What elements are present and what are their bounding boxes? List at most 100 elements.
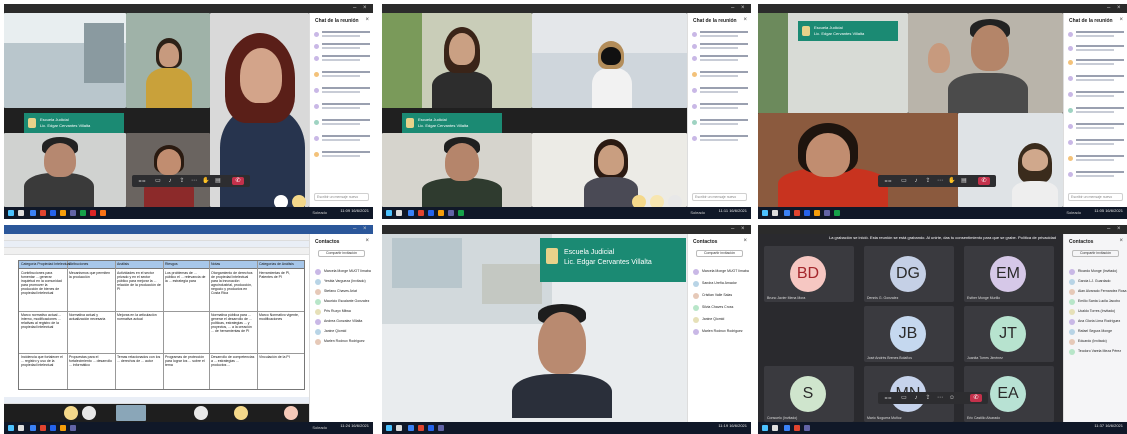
participant-video[interactable] [502,294,622,418]
close-icon[interactable]: × [741,5,747,11]
close-icon[interactable]: × [1119,17,1123,23]
word-icon[interactable] [428,210,434,216]
excel-icon[interactable] [80,210,86,216]
contact-item[interactable]: Emilio Santa Lucila Jacobo [1069,298,1123,306]
edge-icon[interactable] [784,425,790,431]
windows-start-icon[interactable] [8,425,14,431]
contact-item[interactable]: Pris Ruzyx Mitwa [315,308,369,316]
windows-start-icon[interactable] [762,210,768,216]
edge-icon[interactable] [30,210,36,216]
contact-item[interactable]: Rafael Segura Monge [1069,328,1123,336]
camera-icon[interactable]: ▭ [900,177,908,185]
participant-tile[interactable]: JB José Andrés Brenes Bolaños [864,306,954,362]
participant-video[interactable] [4,13,126,108]
close-icon[interactable]: × [1119,238,1123,244]
folder-icon[interactable] [60,210,66,216]
word-icon[interactable] [804,210,810,216]
chat-input[interactable]: Escribir un mensaje nuevo [314,193,369,201]
raise-hand-icon[interactable]: ✋ [202,177,210,185]
app-icon[interactable] [90,210,96,216]
windows-start-icon[interactable] [386,425,392,431]
participant-tile[interactable]: DG Dennis G. Gonzalez [864,246,954,302]
contact-item[interactable]: Andrea Gonzalez Villalta [315,318,369,326]
contact-item[interactable]: Marcela Monge MUOT Iimaba [315,268,371,276]
office-icon[interactable] [40,210,46,216]
contact-item[interactable]: Yesbia Vargueza (Invitado) [315,278,369,286]
close-icon[interactable]: × [743,238,747,244]
share-screen-icon[interactable]: ⇪ [924,177,932,185]
participant-video[interactable] [116,405,146,421]
chat-input[interactable]: Escribir un mensaje nuevo [1068,193,1123,201]
office-icon[interactable] [418,425,424,431]
participant-tile[interactable]: BD Bruno Javier Mena Mora [764,246,854,302]
excel-icon[interactable] [458,210,464,216]
chat-input[interactable]: Escribir un mensaje nuevo [692,193,747,201]
participant-video[interactable] [908,13,1063,113]
microphone-icon[interactable]: ♪ [912,177,920,185]
contact-item[interactable]: Stefano Chaves Ariat [315,288,369,296]
more-options-icon[interactable]: ⋯ [190,177,198,185]
minimize-icon[interactable]: – [353,5,359,11]
contact-item[interactable]: Ana Gloria Lima Rodríguez [1069,318,1123,326]
office-icon[interactable] [794,425,800,431]
contact-item[interactable]: Garcia LJ. Guardado [1069,278,1123,286]
minimize-icon[interactable]: – [1107,226,1113,232]
participant-video[interactable] [958,113,1063,207]
search-icon[interactable] [396,425,402,431]
share-invite-button[interactable]: Compartir invitación [696,250,743,257]
more-options-icon[interactable]: ⋯ [936,394,944,402]
office-icon[interactable] [40,425,46,431]
word-icon[interactable] [50,210,56,216]
minimize-icon[interactable]: – [731,5,737,11]
share-invite-button[interactable]: Compartir invitación [318,250,365,257]
close-icon[interactable]: × [1117,226,1123,232]
end-call-button[interactable]: ✆ [978,177,990,185]
minimize-icon[interactable]: – [731,226,737,232]
participant-video[interactable] [532,13,687,108]
close-icon[interactable]: × [365,238,369,244]
close-icon[interactable]: × [741,226,747,232]
edge-icon[interactable] [784,210,790,216]
contact-item[interactable]: Alan Alvarado Fernandez Rosa [1069,288,1126,296]
end-call-button[interactable]: ✆ [970,394,982,402]
search-icon[interactable] [396,210,402,216]
participant-video[interactable] [758,113,958,207]
minimize-icon[interactable]: – [353,226,359,232]
office-icon[interactable] [794,210,800,216]
contact-item[interactable]: Sandra Ureña Amador [693,280,747,288]
participant-tile[interactable]: JT Juanita Torres Jiménez [964,306,1054,362]
contact-item[interactable]: Marlen Rodnux Rodriguez [315,338,369,346]
teams-icon[interactable] [70,425,76,431]
edge-icon[interactable] [30,425,36,431]
contact-item[interactable]: Mauricio Escalante Gonzalez [315,298,369,306]
camera-icon[interactable]: ▭ [154,177,162,185]
participant-video[interactable] [382,133,532,207]
contact-item[interactable]: Teodoro Varela Meza Pérez [1069,348,1123,356]
contact-item[interactable]: Cristian Valle Salas [693,292,747,300]
close-icon[interactable]: × [743,17,747,23]
windows-start-icon[interactable] [762,425,768,431]
end-call-button[interactable]: ✆ [232,177,244,185]
word-icon[interactable] [50,425,56,431]
edge-icon[interactable] [408,210,414,216]
windows-start-icon[interactable] [8,210,14,216]
office-icon[interactable] [418,210,424,216]
contact-item[interactable]: Silvia Chaves Cross [693,304,747,312]
contact-item[interactable]: Eduardo (Invitado) [1069,338,1123,346]
teams-icon[interactable] [438,425,444,431]
contact-item[interactable]: Janine Qiomid [315,328,369,336]
search-icon[interactable] [772,425,778,431]
folder-icon[interactable] [814,210,820,216]
microphone-icon[interactable]: ♪ [166,177,174,185]
participant-tile[interactable]: EM Esther Monge Murillo [964,246,1054,302]
participant-video[interactable] [382,13,532,108]
camera-icon[interactable]: ▭ [900,394,908,402]
app-icon[interactable] [100,210,106,216]
participants-icon[interactable]: ☺ [948,394,956,402]
close-icon[interactable]: × [365,17,369,23]
word-icon[interactable] [428,425,434,431]
windows-start-icon[interactable] [386,210,392,216]
minimize-icon[interactable]: – [1107,5,1113,11]
contact-item[interactable]: Ricardo Monge (Invitado) [1069,268,1123,276]
contact-item[interactable]: Ucaldo Torres (Invitado) [1069,308,1123,316]
